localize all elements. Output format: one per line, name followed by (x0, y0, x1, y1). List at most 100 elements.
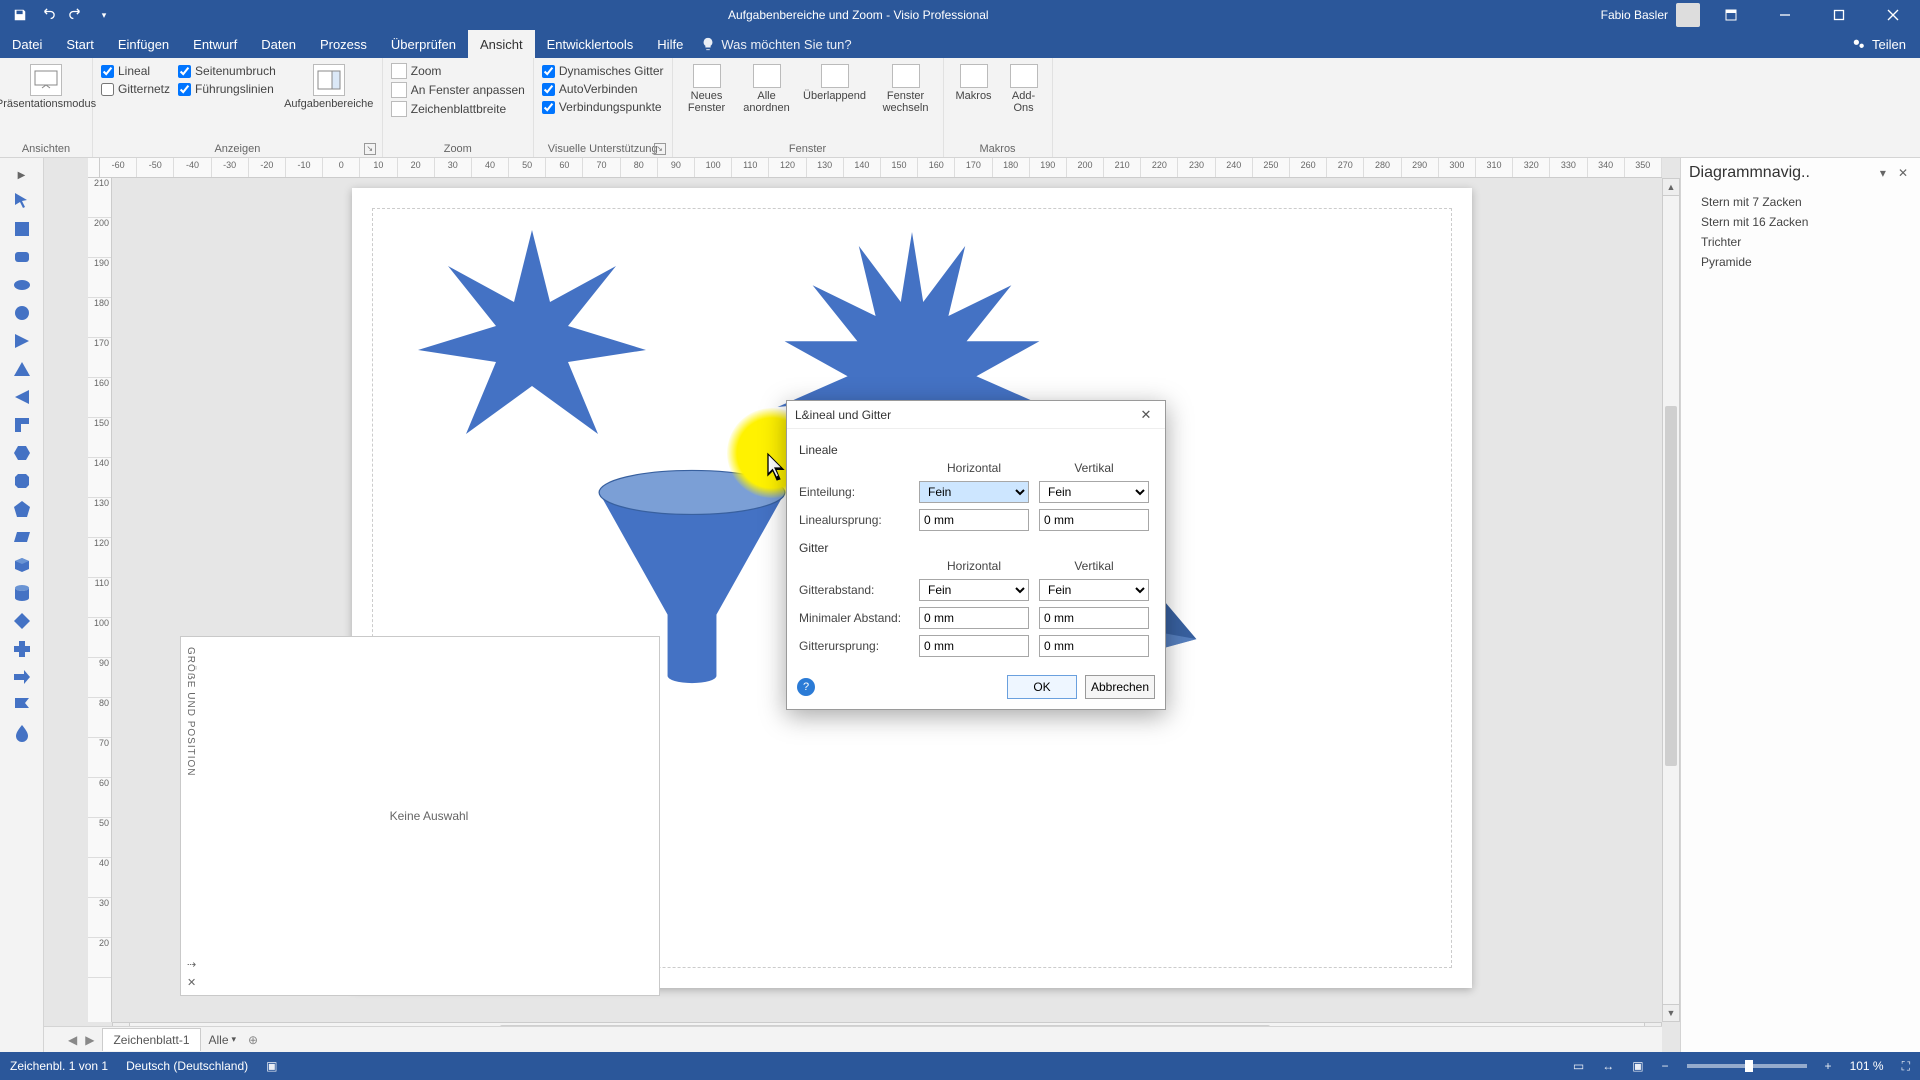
nav-item-trichter[interactable]: Trichter (1681, 232, 1920, 252)
ribbon-display-options-icon[interactable] (1708, 0, 1754, 30)
shapes-expand-icon[interactable]: ▶ (0, 164, 43, 186)
tab-prozess[interactable]: Prozess (308, 30, 379, 58)
page-width-button[interactable]: Zeichenblattbreite (389, 100, 527, 118)
shape-flag-icon[interactable] (9, 692, 35, 718)
undo-icon[interactable] (36, 3, 60, 27)
add-page-icon[interactable]: ⊕ (244, 1031, 262, 1049)
tab-entwurf[interactable]: Entwurf (181, 30, 249, 58)
check-gitternetz[interactable]: Gitternetz (101, 82, 170, 96)
vscroll-thumb[interactable] (1665, 406, 1677, 766)
page-width-view-icon[interactable]: ↔ (1602, 1059, 1614, 1073)
nav-item-star7[interactable]: Stern mit 7 Zacken (1681, 192, 1920, 212)
cancel-button[interactable]: Abbrechen (1085, 675, 1155, 699)
nav-item-pyramide[interactable]: Pyramide (1681, 252, 1920, 272)
presentation-view-icon[interactable]: ▭ (1573, 1059, 1584, 1073)
tab-hilfe[interactable]: Hilfe (645, 30, 695, 58)
vertical-scrollbar[interactable]: ▲ ▼ (1662, 178, 1680, 1022)
dialog-titlebar[interactable]: L&ineal und Gitter ✕ (787, 401, 1165, 429)
tab-ueberpruefen[interactable]: Überprüfen (379, 30, 468, 58)
shape-pointer-icon[interactable] (9, 188, 35, 214)
input-minabstand-v[interactable] (1039, 607, 1149, 629)
ok-button[interactable]: OK (1007, 675, 1077, 699)
vertical-ruler[interactable]: 2102001901801701601501401301201101009080… (88, 178, 112, 1022)
close-button[interactable] (1870, 0, 1916, 30)
shape-triangle-up-icon[interactable] (9, 356, 35, 382)
check-autoverbinden[interactable]: AutoVerbinden (542, 82, 664, 96)
tab-datei[interactable]: Datei (0, 30, 54, 58)
ruler-origin[interactable] (88, 158, 100, 178)
nav-item-star16[interactable]: Stern mit 16 Zacken (1681, 212, 1920, 232)
user-avatar[interactable] (1676, 3, 1700, 27)
shape-circle-icon[interactable] (9, 300, 35, 326)
dialog-help-icon[interactable]: ? (797, 678, 815, 696)
check-dyn-gitter[interactable]: Dynamisches Gitter (542, 64, 664, 78)
input-gitterursprung-v[interactable] (1039, 635, 1149, 657)
cascade-button[interactable]: Überlappend (799, 62, 871, 104)
macro-record-icon[interactable]: ▣ (266, 1059, 277, 1073)
select-gitterabstand-h[interactable]: Fein (919, 579, 1029, 601)
zoom-out-icon[interactable]: − (1662, 1059, 1669, 1073)
status-language[interactable]: Deutsch (Deutschland) (126, 1059, 248, 1073)
shape-triangle-left-icon[interactable] (9, 384, 35, 410)
maximize-button[interactable] (1816, 0, 1862, 30)
input-linealursprung-v[interactable] (1039, 509, 1149, 531)
zoom-button[interactable]: Zoom (389, 62, 527, 80)
shape-cross-icon[interactable] (9, 636, 35, 662)
fit-window-button[interactable]: An Fenster anpassen (389, 81, 527, 99)
presentation-mode-button[interactable]: Präsentationsmodus (6, 62, 86, 113)
check-fuehrungslinien[interactable]: Führungslinien (178, 82, 276, 96)
nav-pane-dropdown-icon[interactable]: ▾ (1876, 164, 1890, 182)
shape-triangle-right-icon[interactable] (9, 328, 35, 354)
shape-pentagon-icon[interactable] (9, 496, 35, 522)
qat-customize-icon[interactable]: ▾ (92, 3, 116, 27)
tellme-search[interactable]: Was möchten Sie tun? (701, 30, 981, 58)
task-panes-button[interactable]: Aufgabenbereiche (282, 62, 376, 113)
shape-octagon-icon[interactable] (9, 468, 35, 494)
dialog-close-icon[interactable]: ✕ (1135, 404, 1157, 426)
minimize-button[interactable] (1762, 0, 1808, 30)
tab-einfuegen[interactable]: Einfügen (106, 30, 181, 58)
shape-rounded-icon[interactable] (9, 244, 35, 270)
new-window-button[interactable]: Neues Fenster (679, 62, 735, 116)
shape-diamond-icon[interactable] (9, 608, 35, 634)
sheet-nav-prev-icon[interactable]: ◀ (68, 1033, 77, 1047)
macros-button[interactable]: Makros (950, 62, 998, 104)
switch-window-button[interactable]: Fenster wechseln (875, 62, 937, 116)
check-lineal[interactable]: Lineal (101, 64, 170, 78)
sheet-all-button[interactable]: Alle▾ (209, 1033, 237, 1047)
zoom-value[interactable]: 101 % (1850, 1059, 1884, 1073)
fit-page-view-icon[interactable]: ▣ (1632, 1059, 1643, 1073)
horizontal-ruler[interactable]: -60-50-40-30-20-100102030405060708090100… (100, 158, 1662, 178)
pane-close-icon[interactable]: ✕ (187, 976, 196, 989)
input-minabstand-h[interactable] (919, 607, 1029, 629)
sheet-tab-active[interactable]: Zeichenblatt-1 (102, 1028, 200, 1051)
sheet-nav-next-icon[interactable]: ▶ (85, 1033, 94, 1047)
shape-cylinder-icon[interactable] (9, 580, 35, 606)
shape-drop-icon[interactable] (9, 720, 35, 746)
shape-hexagon-icon[interactable] (9, 440, 35, 466)
share-button[interactable]: Teilen (1838, 30, 1920, 58)
arrange-all-button[interactable]: Alle anordnen (739, 62, 795, 116)
visuelle-launcher[interactable]: ↘ (654, 143, 666, 155)
shape-star-7[interactable] (412, 218, 652, 458)
shape-ellipse-icon[interactable] (9, 272, 35, 298)
shape-parallelogram-icon[interactable] (9, 524, 35, 550)
addons-button[interactable]: Add-Ons (1002, 62, 1046, 116)
tab-start[interactable]: Start (54, 30, 105, 58)
redo-icon[interactable] (64, 3, 88, 27)
scroll-up-icon[interactable]: ▲ (1662, 178, 1680, 196)
shape-cube-icon[interactable] (9, 552, 35, 578)
zoom-in-icon[interactable]: + (1825, 1059, 1832, 1073)
zoom-knob[interactable] (1745, 1060, 1753, 1072)
tab-entwicklertools[interactable]: Entwicklertools (535, 30, 646, 58)
fullscreen-icon[interactable]: ⛶ (1902, 1059, 1910, 1074)
shape-corner-icon[interactable] (9, 412, 35, 438)
select-gitterabstand-v[interactable]: Fein (1039, 579, 1149, 601)
tab-ansicht[interactable]: Ansicht (468, 30, 535, 58)
pane-pin-icon[interactable]: ⇢ (187, 958, 196, 971)
nav-pane-close-icon[interactable]: ✕ (1894, 164, 1912, 182)
input-linealursprung-h[interactable] (919, 509, 1029, 531)
input-gitterursprung-h[interactable] (919, 635, 1029, 657)
check-verbindungspunkte[interactable]: Verbindungspunkte (542, 100, 664, 114)
select-einteilung-h[interactable]: Fein (919, 481, 1029, 503)
